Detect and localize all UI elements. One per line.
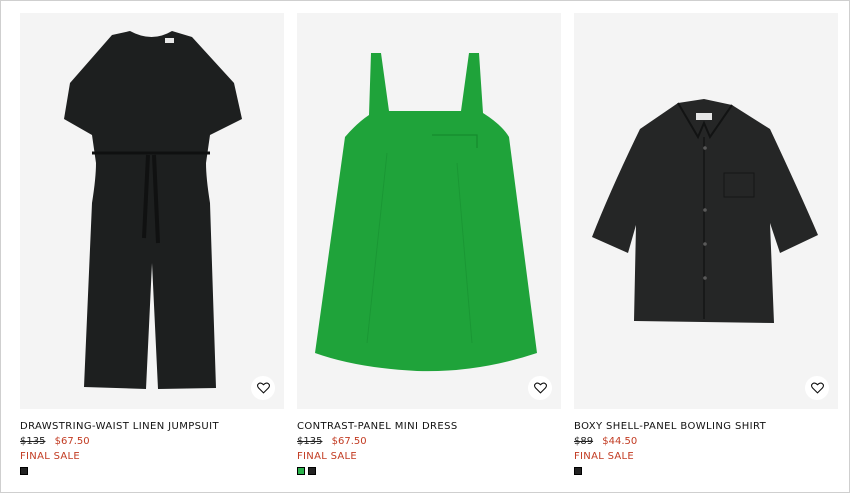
color-swatch-black[interactable] [20, 467, 28, 475]
wishlist-button[interactable] [805, 376, 829, 400]
mini-dress-image [315, 53, 537, 372]
sale-price: $67.50 [54, 436, 90, 447]
product-listing: DRAWSTRING-WAIST LINEN JUMPSUIT $135 $67… [0, 0, 850, 493]
heart-outline-icon [810, 382, 824, 394]
final-sale-badge: FINAL SALE [20, 451, 81, 462]
color-swatch-black[interactable] [308, 467, 316, 475]
price-row: $89 $44.50 [574, 436, 838, 447]
product-grid: DRAWSTRING-WAIST LINEN JUMPSUIT $135 $67… [20, 13, 838, 475]
color-swatches [20, 467, 284, 475]
product-title[interactable]: CONTRAST-PANEL MINI DRESS [297, 421, 561, 432]
color-swatches [574, 467, 838, 475]
product-image[interactable] [297, 13, 561, 409]
product-image[interactable] [20, 13, 284, 409]
wishlist-button[interactable] [528, 376, 552, 400]
product-image[interactable] [574, 13, 838, 409]
final-sale-badge: FINAL SALE [574, 451, 635, 462]
product-title[interactable]: DRAWSTRING-WAIST LINEN JUMPSUIT [20, 421, 284, 432]
product-title[interactable]: BOXY SHELL-PANEL BOWLING SHIRT [574, 421, 838, 432]
color-swatches [297, 467, 561, 475]
final-sale-badge: FINAL SALE [297, 451, 358, 462]
price-row: $135 $67.50 [297, 436, 561, 447]
price-row: $135 $67.50 [20, 436, 284, 447]
product-card[interactable]: CONTRAST-PANEL MINI DRESS $135 $67.50 FI… [297, 13, 561, 475]
original-price: $135 [297, 436, 323, 447]
original-price: $135 [20, 436, 46, 447]
bowling-shirt-image [592, 99, 818, 323]
product-card[interactable]: BOXY SHELL-PANEL BOWLING SHIRT $89 $44.5… [574, 13, 838, 475]
product-card[interactable]: DRAWSTRING-WAIST LINEN JUMPSUIT $135 $67… [20, 13, 284, 475]
heart-outline-icon [256, 382, 270, 394]
heart-outline-icon [533, 382, 547, 394]
wishlist-button[interactable] [251, 376, 275, 400]
original-price: $89 [574, 436, 594, 447]
sale-price: $67.50 [331, 436, 367, 447]
color-swatch-black[interactable] [574, 467, 582, 475]
sale-price: $44.50 [602, 436, 638, 447]
jumpsuit-image [64, 31, 242, 389]
color-swatch-green[interactable] [297, 467, 305, 475]
